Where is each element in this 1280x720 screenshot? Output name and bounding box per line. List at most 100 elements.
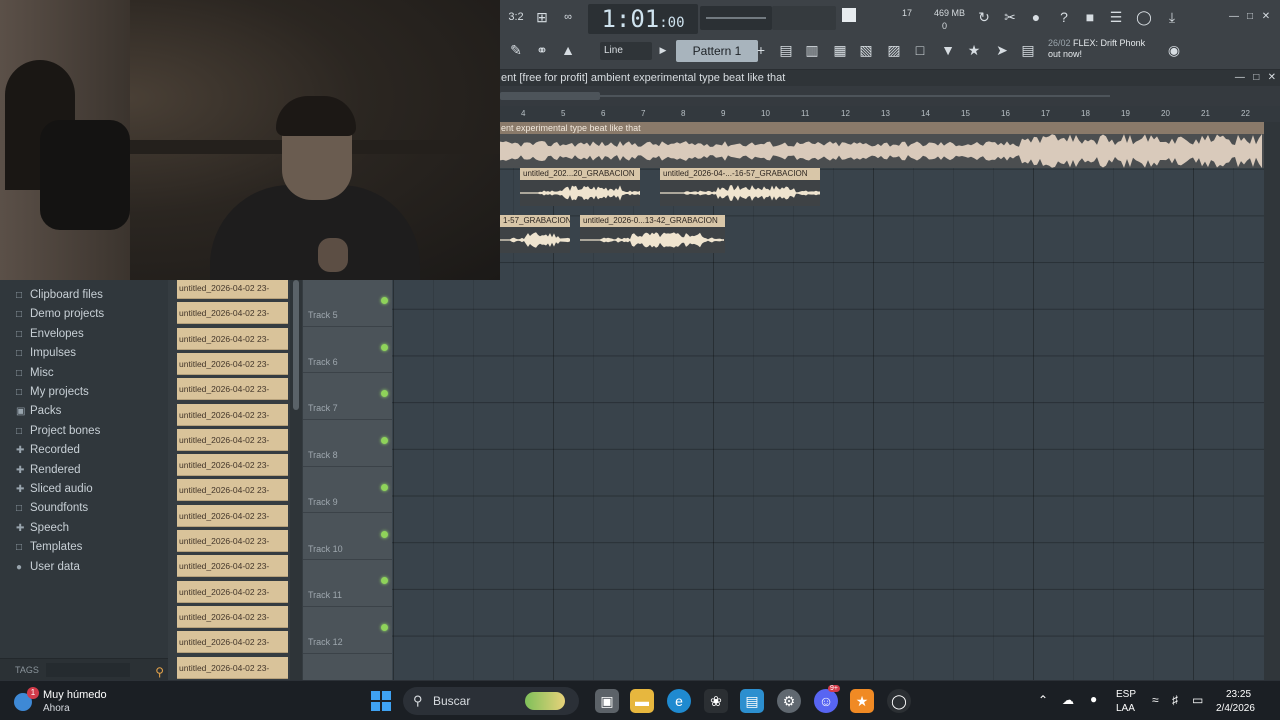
clip-recording-1[interactable]: untitled_202...20_GRABACION: [520, 168, 640, 206]
browser-item[interactable]: □ Misc: [16, 364, 54, 382]
file-item[interactable]: untitled_2026-04-02 23-: [177, 504, 288, 527]
browser-item[interactable]: ● User data: [16, 558, 80, 576]
track-header[interactable]: Track 9: [303, 467, 392, 514]
play-pattern-icon[interactable]: ▶: [656, 38, 670, 62]
track-mute-led[interactable]: [381, 577, 388, 585]
track-mute-led[interactable]: [381, 483, 388, 491]
playlist-window-buttons[interactable]: — □ ✕: [1235, 70, 1276, 86]
mixer-icon[interactable]: ☰: [1104, 5, 1128, 29]
track-mute-led[interactable]: [381, 530, 388, 538]
tools-icon[interactable]: ★: [962, 38, 986, 62]
channel-rack-icon[interactable]: ▦: [828, 38, 852, 62]
obs-icon[interactable]: ◯: [887, 689, 911, 713]
maximize-icon[interactable]: □: [1253, 72, 1259, 83]
cart-icon[interactable]: ▤: [1016, 38, 1040, 62]
record-mode-icon[interactable]: ⊞: [530, 5, 554, 29]
track-mute-led[interactable]: [381, 437, 388, 445]
fl-studio-icon[interactable]: ★: [850, 689, 874, 713]
globe-icon[interactable]: ◉: [1162, 38, 1186, 62]
file-item[interactable]: untitled_2026-04-02 23-: [177, 656, 288, 679]
browser-toggle-icon[interactable]: ▨: [882, 38, 906, 62]
file-icon[interactable]: □: [908, 38, 932, 62]
download-icon[interactable]: ⤓: [1160, 5, 1184, 29]
file-item[interactable]: untitled_2026-04-02 23-: [177, 631, 288, 654]
keyboard-layout[interactable]: LAA: [1116, 703, 1135, 714]
track-header[interactable]: Track 11: [303, 560, 392, 607]
clock-date[interactable]: 2/4/2026: [1216, 703, 1255, 714]
file-item[interactable]: untitled_2026-04-02 23-: [177, 479, 288, 502]
clip-recording-3[interactable]: 1-57_GRABACION: [500, 215, 570, 253]
clip-recording-2[interactable]: untitled_2026-04-...-16-57_GRABACION: [660, 168, 820, 206]
track-mute-led[interactable]: [381, 390, 388, 398]
draw-tool-icon[interactable]: ✎: [504, 38, 528, 62]
browser-item[interactable]: ✚ Speech: [16, 519, 69, 537]
link-icon[interactable]: ⚭: [530, 38, 554, 62]
cut-icon[interactable]: ✂: [998, 5, 1022, 29]
chevron-up-icon[interactable]: ⌃: [1038, 693, 1048, 707]
file-item[interactable]: untitled_2026-04-02 23-: [177, 302, 288, 325]
file-item[interactable]: untitled_2026-04-02 23-: [177, 555, 288, 578]
mic-tray-icon[interactable]: ●: [1090, 692, 1097, 706]
clip-main-audio[interactable]: ent experimental type beat like that: [500, 122, 1264, 168]
pitch-display[interactable]: [772, 6, 836, 30]
windows-start-icon[interactable]: [371, 691, 391, 711]
track-mute-led[interactable]: [381, 343, 388, 351]
clip-recording-4[interactable]: untitled_2026-0...13-42_GRABACION: [580, 215, 725, 253]
scroll-thumb[interactable]: [293, 280, 299, 410]
file-item[interactable]: untitled_2026-04-02 23-: [177, 580, 288, 603]
browser-item[interactable]: □ Soundfonts: [16, 499, 88, 517]
file-list-scrollbar[interactable]: [290, 280, 302, 680]
edge-icon[interactable]: e: [667, 689, 691, 713]
playlist-horizontal-scrollbar[interactable]: [500, 86, 1280, 106]
file-item[interactable]: untitled_2026-04-02 23-: [177, 277, 288, 299]
playlist-vertical-scrollbar[interactable]: [1264, 86, 1280, 680]
close-icon[interactable]: ✕: [1268, 72, 1276, 83]
browser-item[interactable]: □ Envelopes: [16, 325, 84, 343]
task-view-icon[interactable]: ▣: [595, 689, 619, 713]
minimize-icon[interactable]: —: [1235, 72, 1245, 83]
browser-item[interactable]: ✚ Recorded: [16, 441, 80, 459]
help-icon[interactable]: ?: [1052, 5, 1076, 29]
scroll-thumb[interactable]: [500, 92, 600, 100]
browser-item[interactable]: □ Demo projects: [16, 305, 104, 323]
chat-icon[interactable]: ◯: [1132, 5, 1156, 29]
language-code[interactable]: ESP: [1116, 689, 1136, 700]
tempo-icon[interactable]: 3:2: [504, 5, 528, 29]
news-panel[interactable]: 26/02 FLEX: Drift Phonk out now!: [1048, 38, 1158, 66]
track-header[interactable]: Track 12: [303, 607, 392, 654]
browser-item[interactable]: ✚ Sliced audio: [16, 480, 93, 498]
browser-item[interactable]: □ Project bones: [16, 422, 100, 440]
plugin-icon[interactable]: ▼: [936, 38, 960, 62]
file-item[interactable]: untitled_2026-04-02 23-: [177, 454, 288, 477]
loop-icon[interactable]: ∞: [556, 5, 580, 29]
track-mute-led[interactable]: [381, 297, 388, 304]
mic-icon[interactable]: ●: [1024, 5, 1048, 29]
browser-item[interactable]: □ Clipboard files: [16, 286, 103, 304]
file-item[interactable]: untitled_2026-04-02 23-: [177, 403, 288, 426]
browser-item[interactable]: □ My projects: [16, 383, 89, 401]
cloud-icon[interactable]: ☁: [1062, 693, 1074, 707]
weather-widget[interactable]: 1 Muy húmedo Ahora: [14, 687, 134, 715]
file-item[interactable]: untitled_2026-04-02 23-: [177, 327, 288, 350]
file-item[interactable]: untitled_2026-04-02 23-: [177, 530, 288, 552]
arrow-icon[interactable]: ➤: [990, 38, 1014, 62]
metronome-icon[interactable]: ▲: [556, 38, 580, 62]
pattern-selector[interactable]: Pattern 1: [676, 40, 758, 62]
browser-item[interactable]: ▣ Packs: [16, 402, 61, 420]
track-header[interactable]: Track 8: [303, 420, 392, 467]
chatgpt-icon[interactable]: ❀: [704, 689, 728, 713]
track-header[interactable]: Track 10: [303, 514, 392, 561]
playlist-icon[interactable]: ▤: [774, 38, 798, 62]
track-mute-led[interactable]: [381, 623, 388, 631]
volume-muted-icon[interactable]: ♯: [1172, 693, 1178, 707]
browser-item[interactable]: ✚ Rendered: [16, 461, 81, 479]
battery-icon[interactable]: ▭: [1192, 693, 1203, 707]
browser-item[interactable]: □ Templates: [16, 538, 82, 556]
add-pattern-icon[interactable]: +: [754, 38, 768, 62]
clock-time[interactable]: 23:25: [1226, 689, 1251, 700]
track-header[interactable]: Track 7: [303, 373, 392, 421]
browser-item[interactable]: □ Impulses: [16, 344, 76, 362]
store-icon[interactable]: ▤: [740, 689, 764, 713]
undo-icon[interactable]: ↻: [972, 5, 996, 29]
close-icon[interactable]: ✕: [1254, 5, 1278, 29]
